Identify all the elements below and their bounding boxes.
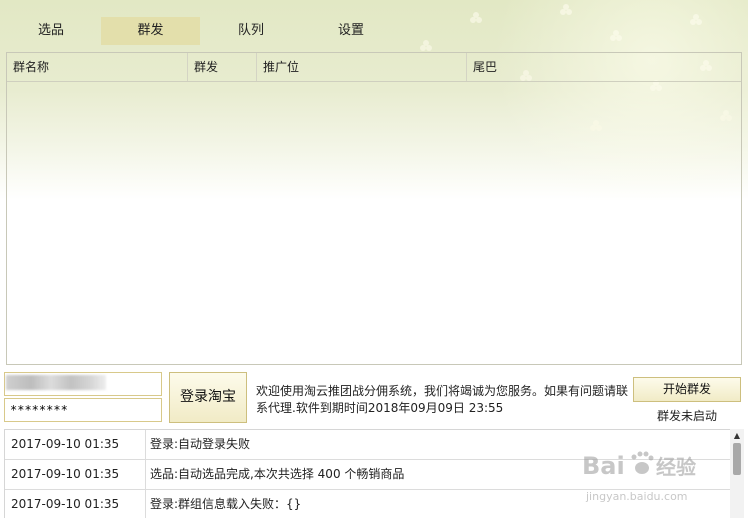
scroll-thumb[interactable] — [733, 443, 741, 475]
log-message: 登录:自动登录失败 — [150, 437, 251, 451]
redacted-username-mask — [6, 375, 106, 390]
group-list-grid[interactable]: 群名称 群发 推广位 尾巴 — [6, 52, 742, 365]
column-header-promotion-slot[interactable]: 推广位 — [257, 53, 467, 81]
password-input[interactable] — [4, 398, 162, 422]
welcome-message: 欢迎使用淘云推团战分佣系统，我们将竭诚为您服务。如果有问题请联系代理.软件到期时… — [256, 384, 629, 415]
start-broadcast-button[interactable]: 开始群发 — [633, 377, 741, 402]
tab-select-products[interactable]: 选品 — [2, 17, 100, 45]
log-message: 选品:自动选品完成,本次共选择 400 个畅销商品 — [150, 467, 405, 481]
scroll-up-arrow-icon[interactable]: ▲ — [730, 431, 744, 441]
column-header-group-name[interactable]: 群名称 — [7, 53, 188, 81]
log-time: 2017-09-10 01:35 — [5, 490, 146, 518]
log-scrollbar[interactable]: ▲ — [730, 429, 744, 518]
column-header-tail[interactable]: 尾巴 — [467, 53, 741, 81]
tab-queue[interactable]: 队列 — [202, 17, 300, 45]
log-row: 2017-09-10 01:35 选品:自动选品完成,本次共选择 400 个畅销… — [5, 460, 730, 490]
grid-header: 群名称 群发 推广位 尾巴 — [7, 53, 741, 82]
log-time: 2017-09-10 01:35 — [5, 430, 146, 459]
log-time: 2017-09-10 01:35 — [5, 460, 146, 489]
tab-broadcast[interactable]: 群发 — [101, 17, 200, 45]
log-list[interactable]: 2017-09-10 01:35 登录:自动登录失败 2017-09-10 01… — [4, 429, 730, 518]
login-taobao-button[interactable]: 登录淘宝 — [169, 372, 247, 423]
tab-settings[interactable]: 设置 — [302, 17, 400, 45]
log-row: 2017-09-10 01:35 登录:自动登录失败 — [5, 430, 730, 460]
tab-bar: 选品 群发 队列 设置 — [0, 17, 748, 47]
clover-decoration — [560, 4, 572, 16]
log-message: 登录:群组信息载入失败：{} — [150, 497, 302, 511]
broadcast-status-label: 群发未启动 — [656, 409, 717, 423]
column-header-broadcast[interactable]: 群发 — [188, 53, 257, 81]
log-row: 2017-09-10 01:35 登录:群组信息载入失败：{} — [5, 490, 730, 518]
